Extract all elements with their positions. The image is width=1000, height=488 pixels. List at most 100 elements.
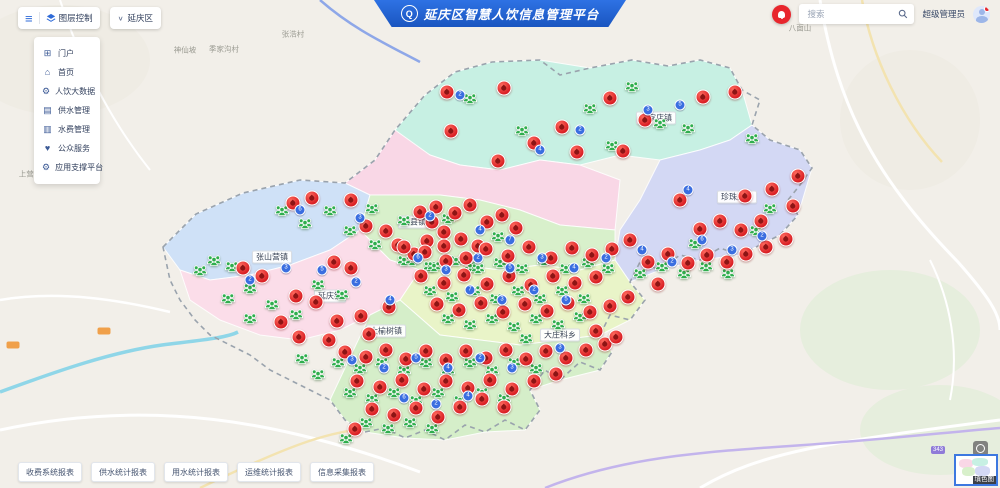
cluster-count-badge[interactable]: 5 <box>675 100 686 111</box>
cluster-count-badge[interactable]: 2 <box>455 90 466 101</box>
alert-marker[interactable] <box>681 256 696 271</box>
alert-marker[interactable] <box>501 249 516 264</box>
alert-marker[interactable] <box>495 208 510 223</box>
alert-marker[interactable] <box>354 309 369 324</box>
alert-marker[interactable] <box>700 248 715 263</box>
alert-marker[interactable] <box>437 239 452 254</box>
alert-marker[interactable] <box>344 261 359 276</box>
cluster-count-badge[interactable]: 7 <box>505 235 516 246</box>
alert-marker[interactable] <box>379 224 394 239</box>
cluster-count-badge[interactable]: 2 <box>431 399 442 410</box>
cluster-count-badge[interactable]: 4 <box>637 245 648 256</box>
sidebar-item-0[interactable]: ⊞门户 <box>34 44 100 63</box>
cluster-count-badge[interactable]: 3 <box>643 105 654 116</box>
crowd-marker[interactable] <box>265 297 280 315</box>
alert-marker[interactable] <box>738 189 753 204</box>
alert-marker[interactable] <box>589 270 604 285</box>
alert-marker[interactable] <box>359 350 374 365</box>
alert-marker[interactable] <box>414 269 429 284</box>
user-avatar[interactable] <box>973 6 990 23</box>
alert-marker[interactable] <box>417 382 432 397</box>
alert-marker[interactable] <box>483 373 498 388</box>
alert-marker[interactable] <box>330 314 345 329</box>
cluster-count-badge[interactable]: 5 <box>505 263 516 274</box>
alert-marker[interactable] <box>475 392 490 407</box>
cluster-count-badge[interactable]: 2 <box>601 253 612 264</box>
alert-marker[interactable] <box>430 297 445 312</box>
alert-marker[interactable] <box>579 343 594 358</box>
alert-marker[interactable] <box>440 85 455 100</box>
search-icon[interactable] <box>898 9 908 19</box>
crowd-marker[interactable] <box>243 311 258 329</box>
alert-marker[interactable] <box>696 90 711 105</box>
cluster-count-badge[interactable]: 2 <box>475 353 486 364</box>
alert-marker[interactable] <box>491 154 506 169</box>
alert-marker[interactable] <box>453 400 468 415</box>
sidebar-item-5[interactable]: ♥公众服务 <box>34 139 100 158</box>
cluster-count-badge[interactable]: 3 <box>537 253 548 264</box>
alert-marker[interactable] <box>274 315 289 330</box>
alert-marker[interactable] <box>350 374 365 389</box>
crowd-marker[interactable] <box>335 287 350 305</box>
crowd-marker[interactable] <box>463 317 478 335</box>
crowd-marker[interactable] <box>365 201 380 219</box>
alert-marker[interactable] <box>437 276 452 291</box>
crowd-marker[interactable] <box>289 307 304 325</box>
alert-marker[interactable] <box>437 225 452 240</box>
cluster-count-badge[interactable]: 4 <box>569 263 580 274</box>
crowd-marker[interactable] <box>515 261 530 279</box>
alert-marker[interactable] <box>322 333 337 348</box>
cluster-count-badge[interactable]: 6 <box>413 253 424 264</box>
alert-marker[interactable] <box>397 240 412 255</box>
cluster-count-badge[interactable]: 2 <box>351 277 362 288</box>
alert-marker[interactable] <box>589 324 604 339</box>
alert-marker[interactable] <box>555 120 570 135</box>
cluster-count-badge[interactable]: 3 <box>441 265 452 276</box>
alert-marker[interactable] <box>519 352 534 367</box>
crowd-marker[interactable] <box>583 101 598 119</box>
crowd-marker[interactable] <box>519 331 534 349</box>
cluster-count-badge[interactable]: 3 <box>281 263 292 274</box>
alert-marker[interactable] <box>739 247 754 262</box>
crowd-marker[interactable] <box>381 421 396 439</box>
cluster-count-badge[interactable]: 2 <box>245 275 256 286</box>
alert-marker[interactable] <box>289 289 304 304</box>
layer-control-button[interactable]: 图层控制 <box>46 12 93 24</box>
alert-marker[interactable] <box>463 198 478 213</box>
alert-marker[interactable] <box>728 85 743 100</box>
crowd-marker[interactable] <box>221 291 236 309</box>
alert-marker[interactable] <box>565 241 580 256</box>
alert-marker[interactable] <box>431 410 446 425</box>
cluster-count-badge[interactable]: 2 <box>575 125 586 136</box>
cluster-count-badge[interactable]: 7 <box>465 285 476 296</box>
crowd-marker[interactable] <box>551 317 566 335</box>
crowd-marker[interactable] <box>745 131 760 149</box>
alert-marker[interactable] <box>362 327 377 342</box>
alert-marker[interactable] <box>292 330 307 345</box>
crowd-marker[interactable] <box>298 216 313 234</box>
report-button-0[interactable]: 收费系统报表 <box>18 462 82 482</box>
cluster-count-badge[interactable]: 4 <box>475 225 486 236</box>
alert-marker[interactable] <box>713 214 728 229</box>
cluster-count-badge[interactable]: 4 <box>683 185 694 196</box>
cluster-count-badge[interactable]: 3 <box>727 245 738 256</box>
crowd-marker[interactable] <box>311 277 326 295</box>
alert-marker[interactable] <box>305 191 320 206</box>
alert-marker[interactable] <box>546 269 561 284</box>
cluster-count-badge[interactable]: 5 <box>411 353 422 364</box>
alert-marker[interactable] <box>344 193 359 208</box>
cluster-count-badge[interactable]: 3 <box>347 355 358 366</box>
alert-marker[interactable] <box>522 240 537 255</box>
report-button-1[interactable]: 供水统计报表 <box>91 462 155 482</box>
alert-marker[interactable] <box>459 251 474 266</box>
report-button-4[interactable]: 信息采集报表 <box>310 462 374 482</box>
crowd-marker[interactable] <box>323 203 338 221</box>
cluster-count-badge[interactable]: 2 <box>529 285 540 296</box>
alert-marker[interactable] <box>621 290 636 305</box>
alert-marker[interactable] <box>452 303 467 318</box>
alert-marker[interactable] <box>509 221 524 236</box>
alert-marker[interactable] <box>603 299 618 314</box>
cluster-count-badge[interactable]: 6 <box>697 235 708 246</box>
cluster-count-badge[interactable]: 4 <box>463 391 474 402</box>
alert-marker[interactable] <box>474 296 489 311</box>
